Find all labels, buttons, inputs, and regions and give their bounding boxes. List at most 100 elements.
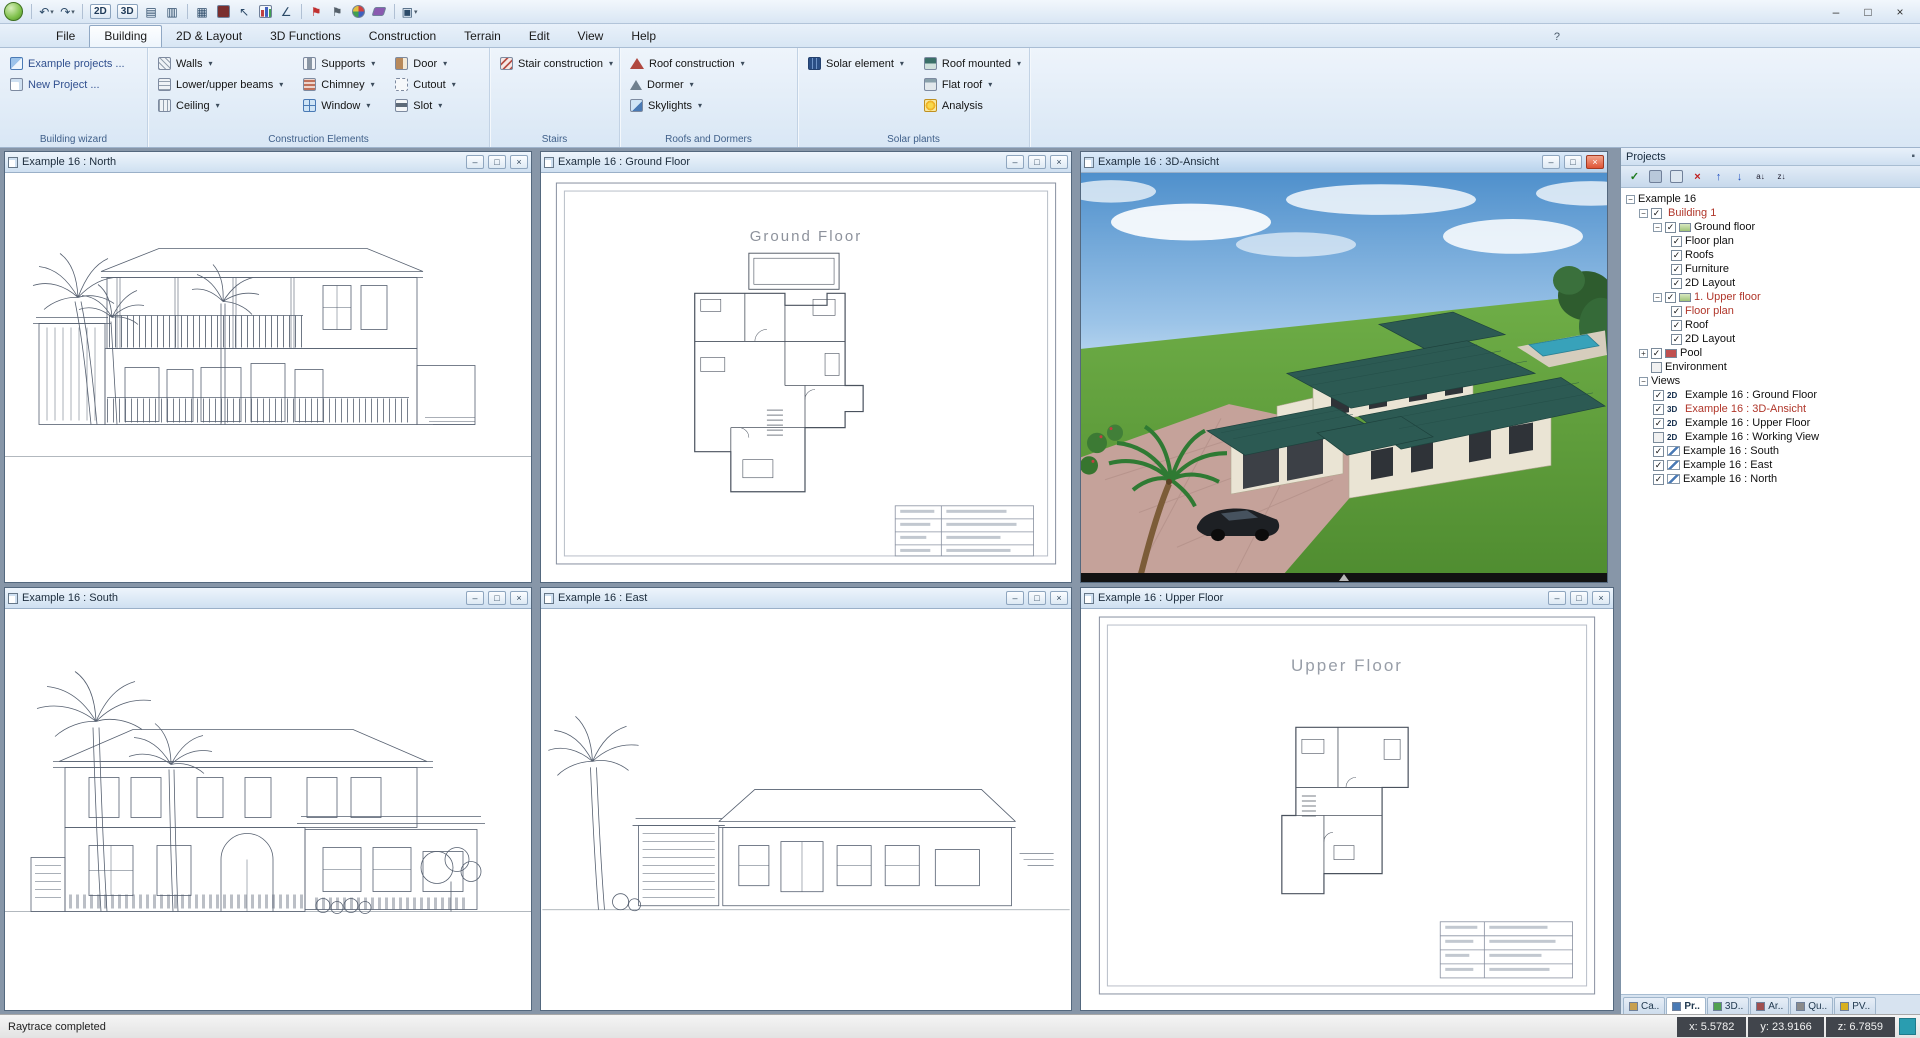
collapse-toggle-icon[interactable]: − [1639,209,1648,218]
window-south[interactable]: Example 16 : South – □ × [4,587,532,1011]
window-titlebar[interactable]: Example 16 : North – □ × [5,152,531,173]
solar-element-button[interactable]: Solar element▾ [806,54,906,73]
sort-descending-icon[interactable]: z↓ [1772,168,1791,185]
checkbox[interactable]: ✓ [1665,222,1676,233]
tree-item-view[interactable]: ✓ Example 16 : North [1623,472,1918,486]
analysis-button[interactable]: Analysis [922,96,1023,115]
tree-item-project[interactable]: − Example 16 [1623,192,1918,206]
pin-panel-icon[interactable]: ▪ [1911,151,1915,162]
window-titlebar[interactable]: Example 16 : 3D-Ansicht – □ × [1081,152,1607,173]
chimney-button[interactable]: Chimney▾ [301,75,377,94]
tab-help[interactable]: Help [617,26,670,47]
window-maximize-button[interactable]: □ [1570,591,1588,605]
checkbox[interactable]: ✓ [1665,292,1676,303]
tree-item-ground-floor[interactable]: − ✓ Ground floor [1623,220,1918,234]
app-logo-icon[interactable] [4,2,23,21]
eraser-icon[interactable] [370,2,389,22]
window-close-button[interactable]: × [510,155,528,169]
window-minimize-button[interactable]: – [466,591,484,605]
window-close-button[interactable]: × [1586,155,1604,169]
drawing-canvas[interactable] [541,609,1071,1010]
panel-tab-area[interactable]: Ar.. [1750,997,1789,1014]
panel-tab-3d[interactable]: 3D.. [1707,997,1749,1014]
collapse-toggle-icon[interactable]: − [1653,293,1662,302]
supports-button[interactable]: Supports▾ [301,54,377,73]
window-maximize-button[interactable]: □ [1028,155,1046,169]
checkbox[interactable]: ✓ [1653,390,1664,401]
checkbox[interactable]: ✓ [1671,320,1682,331]
tree-item[interactable]: ✓ 2D Layout [1623,332,1918,346]
window-maximize-button[interactable]: □ [488,155,506,169]
tree-item[interactable]: ✓ 2D Layout [1623,276,1918,290]
checkbox[interactable]: ✓ [1671,264,1682,275]
confirm-icon[interactable]: ✓ [1625,168,1644,185]
new-project-button[interactable]: New Project ... [8,75,127,94]
window-minimize-button[interactable]: – [1006,155,1024,169]
window-minimize-button[interactable]: – [466,155,484,169]
stair-construction-button[interactable]: Stair construction▾ [498,54,615,73]
tree-item-view[interactable]: ✓ Example 16 : South [1623,444,1918,458]
tab-view[interactable]: View [564,26,618,47]
statistics-icon[interactable] [256,2,275,22]
flat-roof-button[interactable]: Flat roof▾ [922,75,1023,94]
tree-item-view[interactable]: ✓ 2D Example 16 : Ground Floor [1623,388,1918,402]
window-titlebar[interactable]: Example 16 : Ground Floor – □ × [541,152,1071,173]
checkbox[interactable]: ✓ [1671,278,1682,289]
panel-tab-pv[interactable]: PV.. [1834,997,1876,1014]
checkbox[interactable] [1653,432,1664,443]
tab-2d-layout[interactable]: 2D & Layout [162,26,256,47]
window-close-button[interactable]: × [1592,591,1610,605]
panel-tab-quantities[interactable]: Qu.. [1790,997,1833,1014]
tab-construction[interactable]: Construction [355,26,450,47]
window-maximize-button[interactable]: □ [1028,591,1046,605]
view-2d-icon[interactable]: 2D [88,2,113,22]
tab-3d-functions[interactable]: 3D Functions [256,26,355,47]
checkbox[interactable]: ✓ [1671,250,1682,261]
undo-icon[interactable]: ↶▾ [37,2,56,22]
checkbox[interactable] [1651,362,1662,373]
flag-red-icon[interactable]: ⚑ [307,2,326,22]
tree-item-view[interactable]: ✓ 3D Example 16 : 3D-Ansicht [1623,402,1918,416]
move-up-icon[interactable]: ↑ [1709,168,1728,185]
collapse-toggle-icon[interactable]: − [1626,195,1635,204]
drawing-canvas[interactable]: Upper Floor [1081,609,1613,1010]
angle-measure-icon[interactable]: ∠ [277,2,296,22]
view-3d-icon[interactable]: 3D [115,2,140,22]
tab-building[interactable]: Building [89,25,162,47]
palette-icon[interactable] [349,2,368,22]
door-button[interactable]: Door▾ [393,54,457,73]
slot-button[interactable]: Slot▾ [393,96,457,115]
skylights-button[interactable]: Skylights▾ [628,96,747,115]
snapshot-icon[interactable] [1667,168,1686,185]
checkbox[interactable]: ✓ [1651,208,1662,219]
tile-horizontal-icon[interactable]: ▤ [142,2,161,22]
redo-icon[interactable]: ↷▾ [58,2,77,22]
tab-terrain[interactable]: Terrain [450,26,515,47]
checkbox[interactable]: ✓ [1671,306,1682,317]
minimize-button[interactable]: – [1820,2,1852,22]
sort-ascending-icon[interactable]: a↓ [1751,168,1770,185]
collapse-toggle-icon[interactable]: − [1653,223,1662,232]
building-mode-icon[interactable] [1646,168,1665,185]
checkbox[interactable]: ✓ [1653,474,1664,485]
checkbox[interactable]: ✓ [1653,418,1664,429]
cutout-button[interactable]: Cutout▾ [393,75,457,94]
collapse-toggle-icon[interactable]: − [1639,377,1648,386]
window-titlebar[interactable]: Example 16 : Upper Floor – □ × [1081,588,1613,609]
window-minimize-button[interactable]: – [1548,591,1566,605]
window-ground-floor[interactable]: Example 16 : Ground Floor – □ × Ground F… [540,151,1072,583]
tree-item-upper-floor[interactable]: − ✓ 1. Upper floor [1623,290,1918,304]
window-minimize-button[interactable]: – [1542,155,1560,169]
window-north[interactable]: Example 16 : North – □ × [4,151,532,583]
render-canvas[interactable] [1081,173,1607,582]
checkbox[interactable]: ✓ [1651,348,1662,359]
checkbox[interactable]: ✓ [1653,446,1664,457]
tree-item-view[interactable]: ✓ 2D Example 16 : Upper Floor [1623,416,1918,430]
roof-construction-button[interactable]: Roof construction▾ [628,54,747,73]
panel-tab-catalog[interactable]: Ca.. [1623,997,1665,1014]
tree-item-building[interactable]: − ✓ Building 1 [1623,206,1918,220]
dormer-button[interactable]: Dormer▾ [628,75,747,94]
ceiling-button[interactable]: Ceiling▾ [156,96,285,115]
window-3d-view[interactable]: Example 16 : 3D-Ansicht – □ × [1080,151,1608,583]
tree-item[interactable]: ✓ Roofs [1623,248,1918,262]
